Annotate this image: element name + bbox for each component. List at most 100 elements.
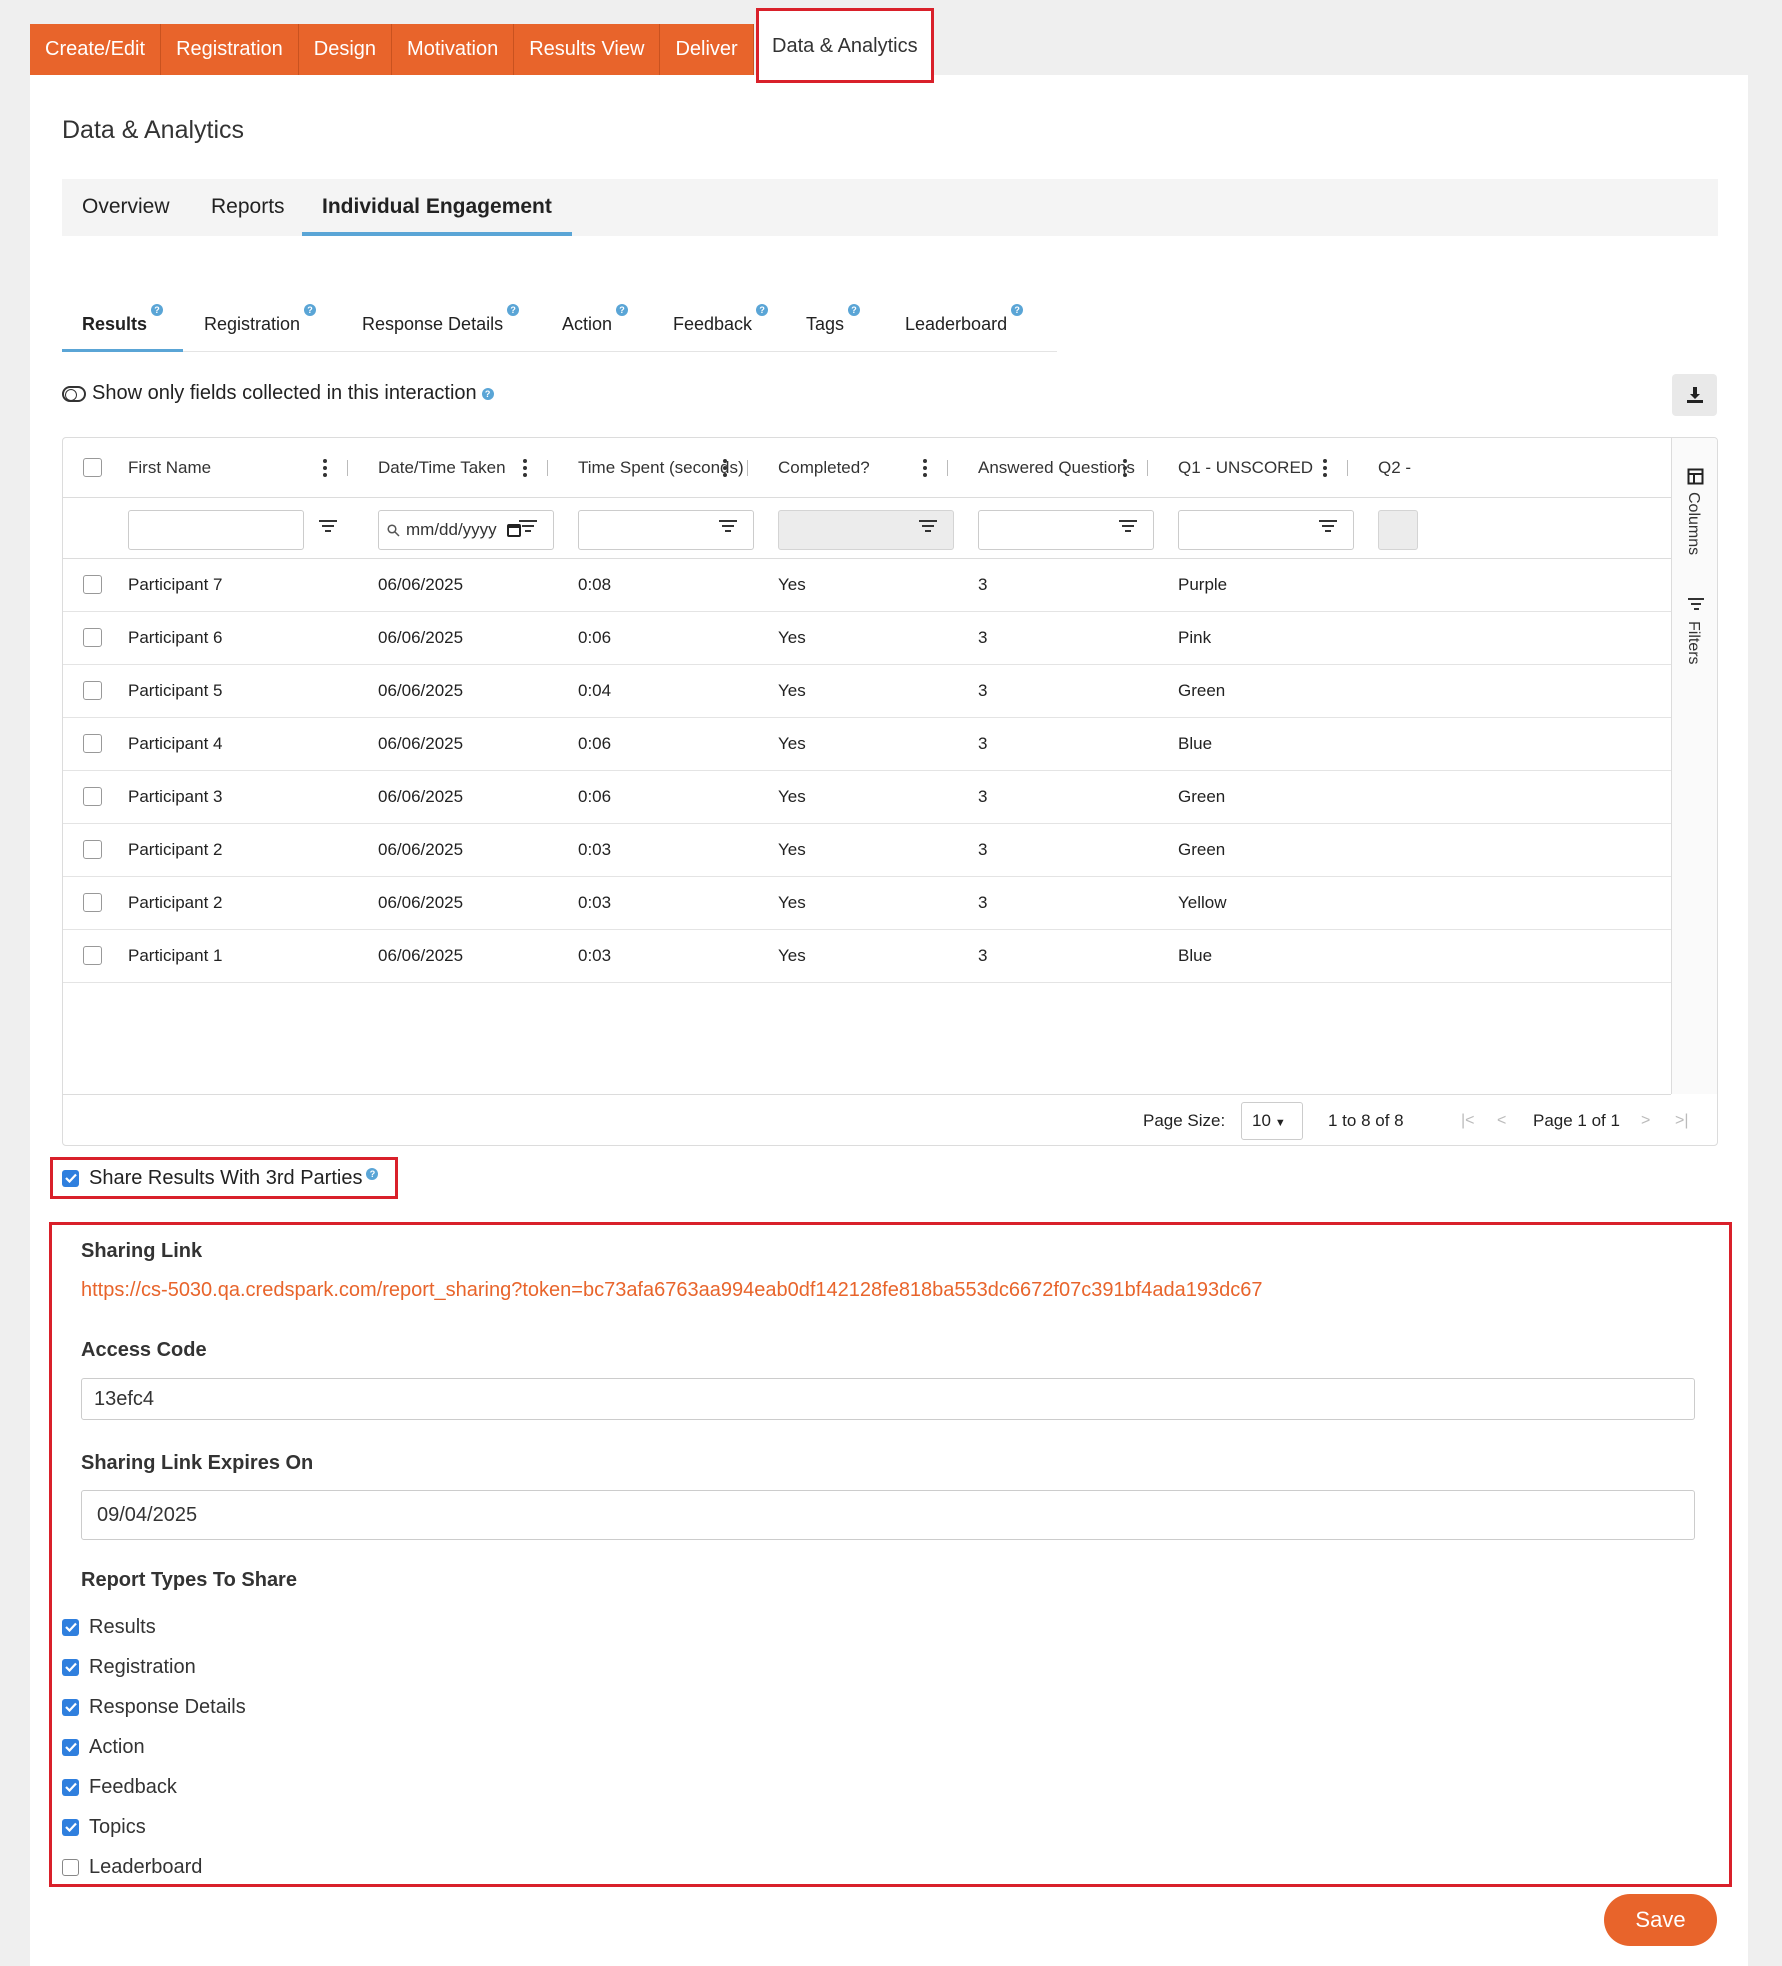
- filter-first-name-input[interactable]: [128, 510, 304, 550]
- side-columns-label[interactable]: Columns: [1684, 492, 1702, 555]
- table-cell: 06/06/2025: [378, 734, 464, 753]
- report-type-feedback[interactable]: Feedback: [62, 1767, 246, 1807]
- next-page-icon[interactable]: >: [1641, 1095, 1650, 1145]
- filter-icon[interactable]: [319, 520, 337, 536]
- filter-q2-input[interactable]: [1378, 510, 1418, 550]
- tab-create-edit[interactable]: Create/Edit: [30, 24, 162, 75]
- toggle-switch[interactable]: [62, 385, 86, 402]
- report-type-results[interactable]: Results: [62, 1607, 246, 1647]
- table-row[interactable]: Participant 2 06/06/2025 0:03 Yes 3 Green: [63, 824, 1671, 877]
- checkbox[interactable]: [62, 1698, 79, 1716]
- row-checkbox[interactable]: [83, 840, 102, 859]
- top-tab-bar: Create/Edit Registration Design Motivati…: [30, 24, 754, 75]
- column-menu-icon[interactable]: [323, 459, 327, 477]
- filter-icon[interactable]: [1319, 520, 1337, 536]
- tab-response-details[interactable]: Response Details?: [342, 300, 539, 352]
- tab-overview[interactable]: Overview: [62, 179, 190, 236]
- column-menu-icon[interactable]: [1123, 459, 1127, 477]
- help-icon[interactable]: ?: [366, 1168, 379, 1180]
- filter-icon[interactable]: [719, 520, 737, 536]
- table-row[interactable]: Participant 4 06/06/2025 0:06 Yes 3 Blue: [63, 718, 1671, 771]
- side-filters-label[interactable]: Filters: [1684, 621, 1702, 665]
- table-cell: 06/06/2025: [378, 575, 464, 594]
- last-page-icon[interactable]: >|: [1675, 1095, 1689, 1145]
- report-type-topics[interactable]: Topics: [62, 1807, 246, 1847]
- tab-report-registration[interactable]: Registration?: [184, 300, 336, 352]
- filter-icon[interactable]: [1119, 520, 1137, 536]
- table-row[interactable]: Participant 6 06/06/2025 0:06 Yes 3 Pink: [63, 612, 1671, 665]
- tab-results-view[interactable]: Results View: [514, 24, 661, 75]
- page-size-select[interactable]: 10 ▼: [1241, 1102, 1303, 1140]
- tab-data-analytics[interactable]: Data & Analytics: [756, 8, 934, 83]
- row-checkbox[interactable]: [83, 681, 102, 700]
- tab-design[interactable]: Design: [298, 24, 393, 75]
- row-checkbox[interactable]: [83, 946, 102, 965]
- tab-feedback[interactable]: Feedback?: [653, 300, 788, 352]
- report-type-registration[interactable]: Registration: [62, 1647, 246, 1687]
- prev-page-icon[interactable]: <: [1497, 1095, 1506, 1145]
- table-row[interactable]: Participant 5 06/06/2025 0:04 Yes 3 Green: [63, 665, 1671, 718]
- report-type-leaderboard[interactable]: Leaderboard: [62, 1847, 246, 1887]
- table-row[interactable]: Participant 2 06/06/2025 0:03 Yes 3 Yellow: [63, 877, 1671, 930]
- download-button[interactable]: [1672, 374, 1717, 416]
- row-checkbox[interactable]: [83, 734, 102, 753]
- table-cell: Participant 1: [128, 946, 223, 965]
- help-icon[interactable]: ?: [304, 304, 317, 316]
- column-menu-icon[interactable]: [923, 459, 927, 477]
- row-checkbox[interactable]: [83, 628, 102, 647]
- column-menu-icon[interactable]: [1323, 459, 1327, 477]
- row-checkbox[interactable]: [83, 893, 102, 912]
- access-code-field[interactable]: 13efc4: [81, 1378, 1695, 1420]
- report-type-response-details[interactable]: Response Details: [62, 1687, 246, 1727]
- select-all-checkbox[interactable]: [83, 458, 102, 477]
- table-cell: 06/06/2025: [378, 628, 464, 647]
- filter-icon[interactable]: [919, 520, 937, 536]
- column-header-answered-questions[interactable]: Answered Questions: [978, 438, 1135, 498]
- column-header-date-taken[interactable]: Date/Time Taken: [378, 438, 506, 498]
- table-row[interactable]: Participant 7 06/06/2025 0:08 Yes 3 Purple: [63, 559, 1671, 612]
- columns-icon[interactable]: [1687, 468, 1704, 485]
- help-icon[interactable]: ?: [848, 304, 861, 316]
- tab-results[interactable]: Results?: [62, 300, 184, 352]
- column-menu-icon[interactable]: [723, 459, 727, 477]
- tab-reports[interactable]: Reports: [191, 179, 305, 236]
- checkbox[interactable]: [62, 1618, 79, 1636]
- help-icon[interactable]: ?: [151, 304, 164, 316]
- help-icon[interactable]: ?: [1011, 304, 1024, 316]
- table-row[interactable]: Participant 3 06/06/2025 0:06 Yes 3 Green: [63, 771, 1671, 824]
- column-header-q2[interactable]: Q2 -: [1378, 438, 1411, 498]
- row-checkbox[interactable]: [83, 787, 102, 806]
- tab-action[interactable]: Action?: [542, 300, 648, 352]
- help-icon[interactable]: ?: [481, 387, 494, 400]
- filters-icon[interactable]: [1687, 598, 1705, 614]
- column-header-q1[interactable]: Q1 - UNSCORED: [1178, 438, 1313, 498]
- column-header-time-spent[interactable]: Time Spent (seconds): [578, 438, 744, 498]
- checkbox[interactable]: [62, 1778, 79, 1796]
- help-icon[interactable]: ?: [616, 304, 629, 316]
- tab-deliver[interactable]: Deliver: [660, 24, 754, 75]
- filter-icon[interactable]: [519, 520, 537, 536]
- checkbox[interactable]: [62, 1818, 79, 1836]
- checkbox[interactable]: [62, 1858, 79, 1876]
- expires-date-field[interactable]: 09/04/2025: [81, 1490, 1695, 1540]
- access-code-label: Access Code: [81, 1339, 207, 1361]
- report-type-action[interactable]: Action: [62, 1727, 246, 1767]
- tab-individual-engagement[interactable]: Individual Engagement: [302, 179, 572, 236]
- share-results-checkbox[interactable]: [62, 1169, 79, 1187]
- first-page-icon[interactable]: |<: [1461, 1095, 1475, 1145]
- tab-tags[interactable]: Tags?: [786, 300, 880, 352]
- checkbox[interactable]: [62, 1738, 79, 1756]
- help-icon[interactable]: ?: [507, 304, 520, 316]
- tab-leaderboard[interactable]: Leaderboard?: [885, 300, 1043, 352]
- column-header-completed[interactable]: Completed?: [778, 438, 870, 498]
- row-checkbox[interactable]: [83, 575, 102, 594]
- checkbox[interactable]: [62, 1658, 79, 1676]
- tab-registration[interactable]: Registration: [161, 24, 299, 75]
- table-row[interactable]: Participant 1 06/06/2025 0:03 Yes 3 Blue: [63, 930, 1671, 983]
- column-header-first-name[interactable]: First Name: [128, 438, 211, 498]
- save-button[interactable]: Save: [1604, 1894, 1717, 1946]
- column-menu-icon[interactable]: [523, 459, 527, 477]
- sharing-link[interactable]: https://cs-5030.qa.credspark.com/report_…: [81, 1279, 1263, 1302]
- tab-motivation[interactable]: Motivation: [392, 24, 515, 75]
- help-icon[interactable]: ?: [756, 304, 769, 316]
